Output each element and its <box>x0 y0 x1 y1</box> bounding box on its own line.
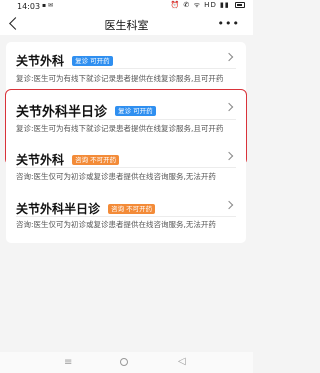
department-description: 咨询:医生仅可为初诊或复诊患者提供在线咨询服务,无法开药 <box>16 220 216 229</box>
department-description: 复诊:医生可为有线下就诊记录患者提供在线复诊服务,且可开药 <box>16 124 224 133</box>
system-navigation-bar: ≡ ◁ <box>0 352 253 373</box>
department-description: 咨询:医生仅可为初诊或复诊患者提供在线咨询服务,无法开药 <box>16 172 216 181</box>
notification-icons: ▪ ✉ <box>42 2 54 9</box>
back-icon[interactable]: ◁ <box>178 356 186 367</box>
service-badge: 复诊 可开药 <box>115 105 156 116</box>
divider <box>16 167 236 168</box>
status-time: 14:03 <box>17 2 41 11</box>
card-header: 关节外科半日诊 咨询 不可开药 <box>16 198 156 216</box>
service-badge: 复诊 可开药 <box>72 55 113 66</box>
chevron-right-icon <box>224 200 234 210</box>
status-bar: 14:03 ▪ ✉ ⏰ ✆ ᯤ HD ▮▮ <box>0 0 253 13</box>
battery-icon <box>235 2 245 8</box>
department-card[interactable]: 关节外科半日诊 咨询 不可开药 咨询:医生仅可为初诊或复诊患者提供在线咨询服务,… <box>6 192 246 243</box>
card-header: 关节外科 咨询 不可开药 <box>16 149 120 167</box>
department-description: 复诊:医生可为有线下就诊记录患者提供在线复诊服务,且可开药 <box>16 74 224 83</box>
navigation-bar: 医生科室 ••• <box>0 13 253 35</box>
page-title: 医生科室 <box>104 19 149 32</box>
chevron-right-icon <box>224 102 234 112</box>
chevron-right-icon <box>224 151 234 161</box>
divider <box>16 68 236 69</box>
department-name: 关节外科半日诊 <box>16 202 101 216</box>
menu-icon[interactable]: ≡ <box>64 357 72 368</box>
divider <box>16 216 236 217</box>
status-indicators: ⏰ ✆ ᯤ HD ▮▮ <box>170 1 230 9</box>
home-icon[interactable] <box>120 358 128 366</box>
system-status-icons: ⏰ ✆ ᯤ HD ▮▮ <box>171 1 245 10</box>
card-header: 关节外科 复诊 可开药 <box>16 50 113 68</box>
department-name: 关节外科半日诊 <box>16 105 108 120</box>
department-name: 关节外科 <box>16 54 65 68</box>
service-badge: 咨询 不可开药 <box>108 203 156 214</box>
more-options-icon[interactable]: ••• <box>218 17 240 30</box>
divider <box>16 119 236 120</box>
service-badge: 咨询 不可开药 <box>72 154 120 165</box>
chevron-right-icon <box>224 52 234 62</box>
card-header: 关节外科半日诊 复诊 可开药 <box>16 100 156 120</box>
department-name: 关节外科 <box>16 153 65 167</box>
